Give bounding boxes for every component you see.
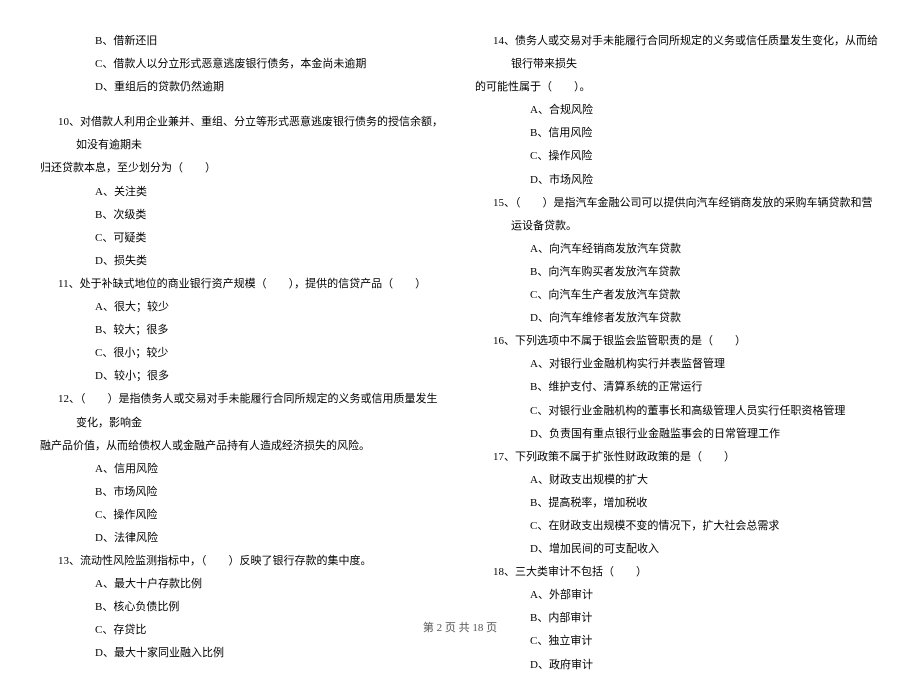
option: B、维护支付、清算系统的正常运行 — [475, 376, 880, 399]
option: A、信用风险 — [40, 458, 445, 481]
option: B、次级类 — [40, 204, 445, 227]
option: B、向汽车购买者发放汽车贷款 — [475, 261, 880, 284]
page-footer: 第 2 页 共 18 页 — [0, 619, 920, 635]
option: A、合规风险 — [475, 99, 880, 122]
question-14-cont: 的可能性属于（ ）。 — [475, 76, 880, 99]
question-12-cont: 融产品价值，从而给债权人或金融产品持有人造成经济损失的风险。 — [40, 435, 445, 458]
question-18: 18、三大类审计不包括（ ） — [493, 561, 880, 584]
option: D、负责国有重点银行业金融监事会的日常管理工作 — [475, 423, 880, 446]
option: A、很大；较少 — [40, 296, 445, 319]
question-16: 16、下列选项中不属于银监会监管职责的是（ ） — [493, 330, 880, 353]
option: D、最大十家同业融入比例 — [40, 642, 445, 665]
option: D、法律风险 — [40, 527, 445, 550]
option: C、对银行业金融机构的董事长和高级管理人员实行任职资格管理 — [475, 400, 880, 423]
page-content: B、借新还旧 C、借款人以分立形式恶意逃废银行债务，本金尚未逾期 D、重组后的贷… — [0, 0, 920, 697]
question-15: 15、（ ）是指汽车金融公司可以提供向汽车经销商发放的采购车辆贷款和营运设备贷款… — [493, 192, 880, 238]
option: A、对银行业金融机构实行并表监督管理 — [475, 353, 880, 376]
option: D、较小；很多 — [40, 365, 445, 388]
option: A、关注类 — [40, 181, 445, 204]
left-column: B、借新还旧 C、借款人以分立形式恶意逃废银行债务，本金尚未逾期 D、重组后的贷… — [40, 30, 445, 677]
option: D、损失类 — [40, 250, 445, 273]
option: B、借新还旧 — [40, 30, 445, 53]
option: B、核心负债比例 — [40, 596, 445, 619]
option: A、最大十户存款比例 — [40, 573, 445, 596]
option: C、很小；较少 — [40, 342, 445, 365]
right-column: 14、债务人或交易对手未能履行合同所规定的义务或信任质量发生变化，从而给银行带来… — [475, 30, 880, 677]
option: C、操作风险 — [40, 504, 445, 527]
option: D、重组后的贷款仍然逾期 — [40, 76, 445, 99]
question-17: 17、下列政策不属于扩张性财政政策的是（ ） — [493, 446, 880, 469]
option: D、市场风险 — [475, 169, 880, 192]
option: D、向汽车维修者发放汽车贷款 — [475, 307, 880, 330]
option: B、信用风险 — [475, 122, 880, 145]
option: C、向汽车生产者发放汽车贷款 — [475, 284, 880, 307]
option: A、向汽车经销商发放汽车贷款 — [475, 238, 880, 261]
option: B、市场风险 — [40, 481, 445, 504]
option: A、财政支出规模的扩大 — [475, 469, 880, 492]
question-14: 14、债务人或交易对手未能履行合同所规定的义务或信任质量发生变化，从而给银行带来… — [493, 30, 880, 76]
question-10: 10、对借款人利用企业兼并、重组、分立等形式恶意逃废银行债务的授信余额，如没有逾… — [58, 111, 445, 157]
option: B、提高税率，增加税收 — [475, 492, 880, 515]
question-10-cont: 归还贷款本息，至少划分为（ ） — [40, 157, 445, 180]
option: A、外部审计 — [475, 584, 880, 607]
option: B、较大；很多 — [40, 319, 445, 342]
option: C、操作风险 — [475, 145, 880, 168]
question-12: 12、（ ）是指债务人或交易对手未能履行合同所规定的义务或信用质量发生变化，影响… — [58, 388, 445, 434]
question-13: 13、流动性风险监测指标中，（ ）反映了银行存款的集中度。 — [58, 550, 445, 573]
option: C、借款人以分立形式恶意逃废银行债务，本金尚未逾期 — [40, 53, 445, 76]
option: C、在财政支出规模不变的情况下，扩大社会总需求 — [475, 515, 880, 538]
option: D、增加民间的可支配收入 — [475, 538, 880, 561]
option: C、可疑类 — [40, 227, 445, 250]
option: D、政府审计 — [475, 654, 880, 677]
question-11: 11、处于补缺式地位的商业银行资产规模（ ），提供的信贷产品（ ） — [58, 273, 445, 296]
